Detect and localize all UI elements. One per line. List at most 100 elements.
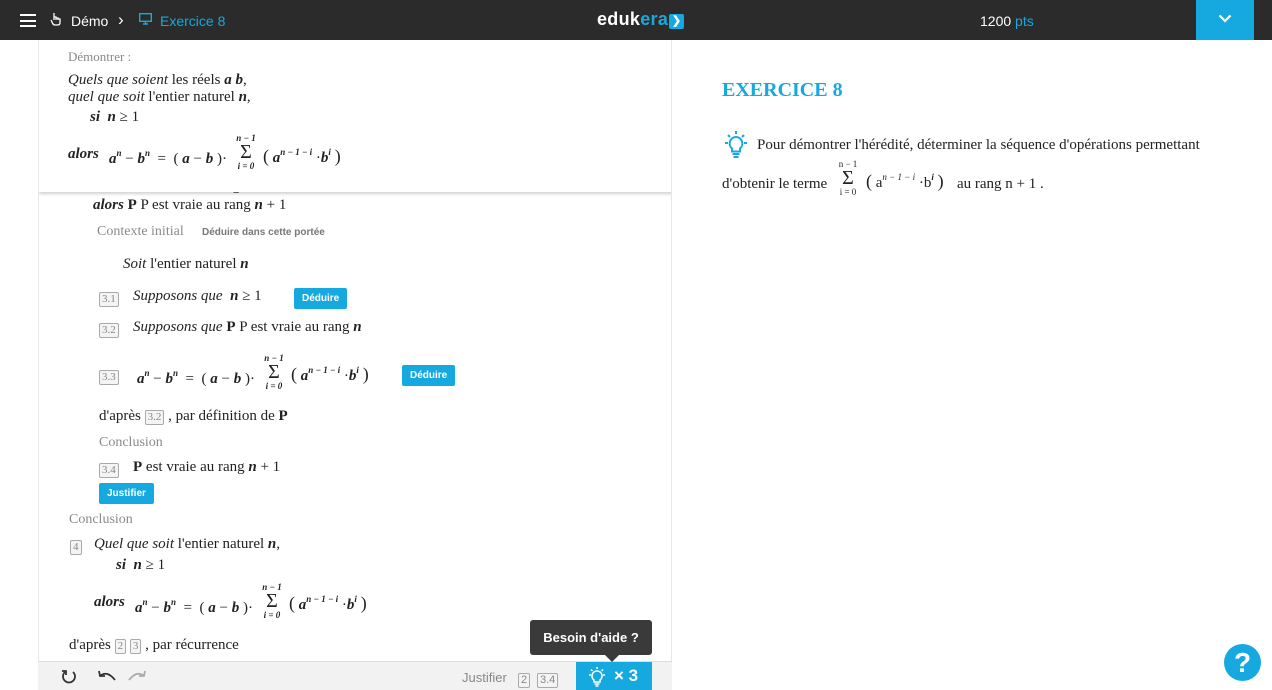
equals: =: [183, 600, 192, 616]
menu-dropdown-button[interactable]: [1196, 0, 1254, 40]
var-a: a: [182, 151, 190, 167]
breadcrumb-exercise[interactable]: Exercice 8: [160, 13, 225, 29]
lightbulb-icon: [589, 667, 605, 687]
var-a: a: [210, 371, 218, 387]
step-3-3-number[interactable]: 3.3: [99, 368, 119, 385]
chevron-down-icon: [1218, 14, 1232, 23]
question-icon[interactable]: ?: [1224, 644, 1261, 681]
minus: −: [193, 151, 202, 167]
formula-rhs: ( an − 1 − i ·bi ): [263, 146, 341, 166]
minus: −: [153, 371, 162, 387]
outer-conclusion-label: Conclusion: [69, 512, 133, 527]
step-4-alors: alors: [94, 594, 125, 611]
justify-button[interactable]: Justifier: [99, 483, 154, 504]
alors-keyword: alors: [94, 594, 125, 610]
logo-part-2: era: [640, 9, 669, 29]
sigma-lower: i = 0: [263, 610, 281, 620]
var: n: [267, 536, 277, 552]
reference-2[interactable]: 2: [114, 639, 127, 654]
p-symbol: P: [133, 459, 143, 475]
var-a: a: [109, 151, 117, 167]
logo: edukera ❯: [597, 9, 685, 30]
ref-number: 2: [518, 673, 531, 688]
points-unit: pts: [1015, 13, 1034, 29]
bottom-toolbar: Justifier 2 3.4 × 3: [38, 661, 672, 690]
var: n: [230, 288, 239, 304]
deduce-button-3-3[interactable]: Déduire: [402, 365, 456, 386]
p-symbol: P: [278, 408, 288, 424]
step-number: 3.4: [99, 463, 119, 478]
step-4-number[interactable]: 4: [70, 538, 82, 555]
step-3-4-text: P est vraie au rang n + 1: [133, 459, 280, 476]
context-label: Contexte initial: [97, 224, 184, 239]
hand-pointer-icon: [50, 12, 62, 29]
undo-icon[interactable]: [96, 668, 118, 690]
redo-icon[interactable]: [126, 668, 148, 690]
points-display: 1200 pts: [980, 13, 1034, 29]
formula-lhs: an − bn = ( a − b )·: [109, 148, 227, 167]
hint-text-line-1: Pour démontrer l'hérédité, déterminer la…: [757, 137, 1200, 153]
sigma-lower: i = 0: [839, 187, 857, 197]
var-a: a: [208, 600, 216, 616]
lightbulb-icon: [722, 130, 750, 165]
step-3-1-number[interactable]: 3.1: [99, 290, 119, 307]
statement-line-2: quel que soit l'entier naturel n,: [68, 89, 251, 106]
dapres-label: d'après: [69, 637, 111, 653]
minus: −: [219, 600, 228, 616]
step-3-2-text: Supposons que P P est vraie au rang n: [133, 319, 362, 336]
exp: i: [356, 365, 359, 375]
exp: i: [931, 172, 934, 182]
punct: ,: [276, 536, 281, 552]
deduce-button-3-1[interactable]: Déduire: [294, 288, 348, 309]
monitor-icon: [138, 12, 153, 28]
deduce-in-scope-link[interactable]: Déduire dans cette portée: [202, 227, 325, 238]
condition: ≥ 1: [119, 109, 140, 125]
ref-number: 3.4: [537, 673, 559, 688]
logo-part-1: eduk: [597, 9, 641, 29]
text: P est vraie au rang: [235, 319, 354, 335]
sigma-symbol: Σ: [268, 361, 280, 383]
reset-icon[interactable]: [60, 668, 78, 690]
si-keyword: si: [90, 109, 101, 125]
exp: n − 1 − i: [306, 594, 339, 604]
exp: n: [172, 368, 178, 378]
toolbar-ref-2[interactable]: 2: [518, 670, 531, 688]
points-value: 1200: [980, 13, 1012, 29]
text: est vraie au rang: [142, 459, 249, 475]
soit-line: Soit l'entier naturel n: [123, 256, 249, 273]
var: n: [248, 459, 257, 475]
dapres-label: d'après: [99, 408, 141, 424]
text: l'entier naturel: [174, 536, 268, 552]
exp: n: [116, 148, 122, 158]
text: les réels: [167, 72, 225, 88]
step-3-3-lhs: an − bn = ( a − b )·: [137, 368, 255, 387]
vars: a b: [224, 72, 243, 88]
var: n: [353, 319, 362, 335]
quantifier: quel que soit: [68, 89, 145, 105]
hint-text-line-2: d'obtenir le terme: [722, 176, 828, 192]
breadcrumb-demo[interactable]: Démo: [71, 13, 108, 29]
exp: n − 1 − i: [882, 172, 916, 182]
reference-3-2[interactable]: 3.2: [144, 410, 165, 425]
step-3-2-number[interactable]: 3.2: [99, 321, 119, 338]
supposons-keyword: Supposons que: [133, 319, 223, 335]
statement-line-1: Quels que soient les réels a b,: [68, 72, 247, 89]
statement-line-3: si n ≥ 1: [90, 109, 139, 126]
hamburger-icon[interactable]: [20, 14, 36, 27]
proof-panel[interactable]: Démontrer : Quels que soient les réels a…: [38, 40, 672, 690]
step-number: 4: [70, 540, 82, 555]
reference-3[interactable]: 3: [129, 639, 142, 654]
toolbar-ref-3-4[interactable]: 3.4: [537, 670, 559, 688]
step-3-4-number[interactable]: 3.4: [99, 461, 119, 478]
var: n: [133, 557, 142, 573]
exp: i: [328, 147, 331, 157]
var-b: b: [233, 371, 242, 387]
var-a: a: [135, 600, 143, 616]
statement-formula: alors: [68, 146, 99, 163]
step-4-line-1: Quel que soit l'entier naturel n,: [94, 536, 280, 553]
var-b: b: [231, 600, 240, 616]
p-symbol: P: [123, 197, 137, 213]
supposons-keyword: Supposons que: [133, 288, 223, 304]
inner-conclusion-label: Conclusion: [99, 435, 163, 450]
var-b: b: [137, 151, 145, 167]
